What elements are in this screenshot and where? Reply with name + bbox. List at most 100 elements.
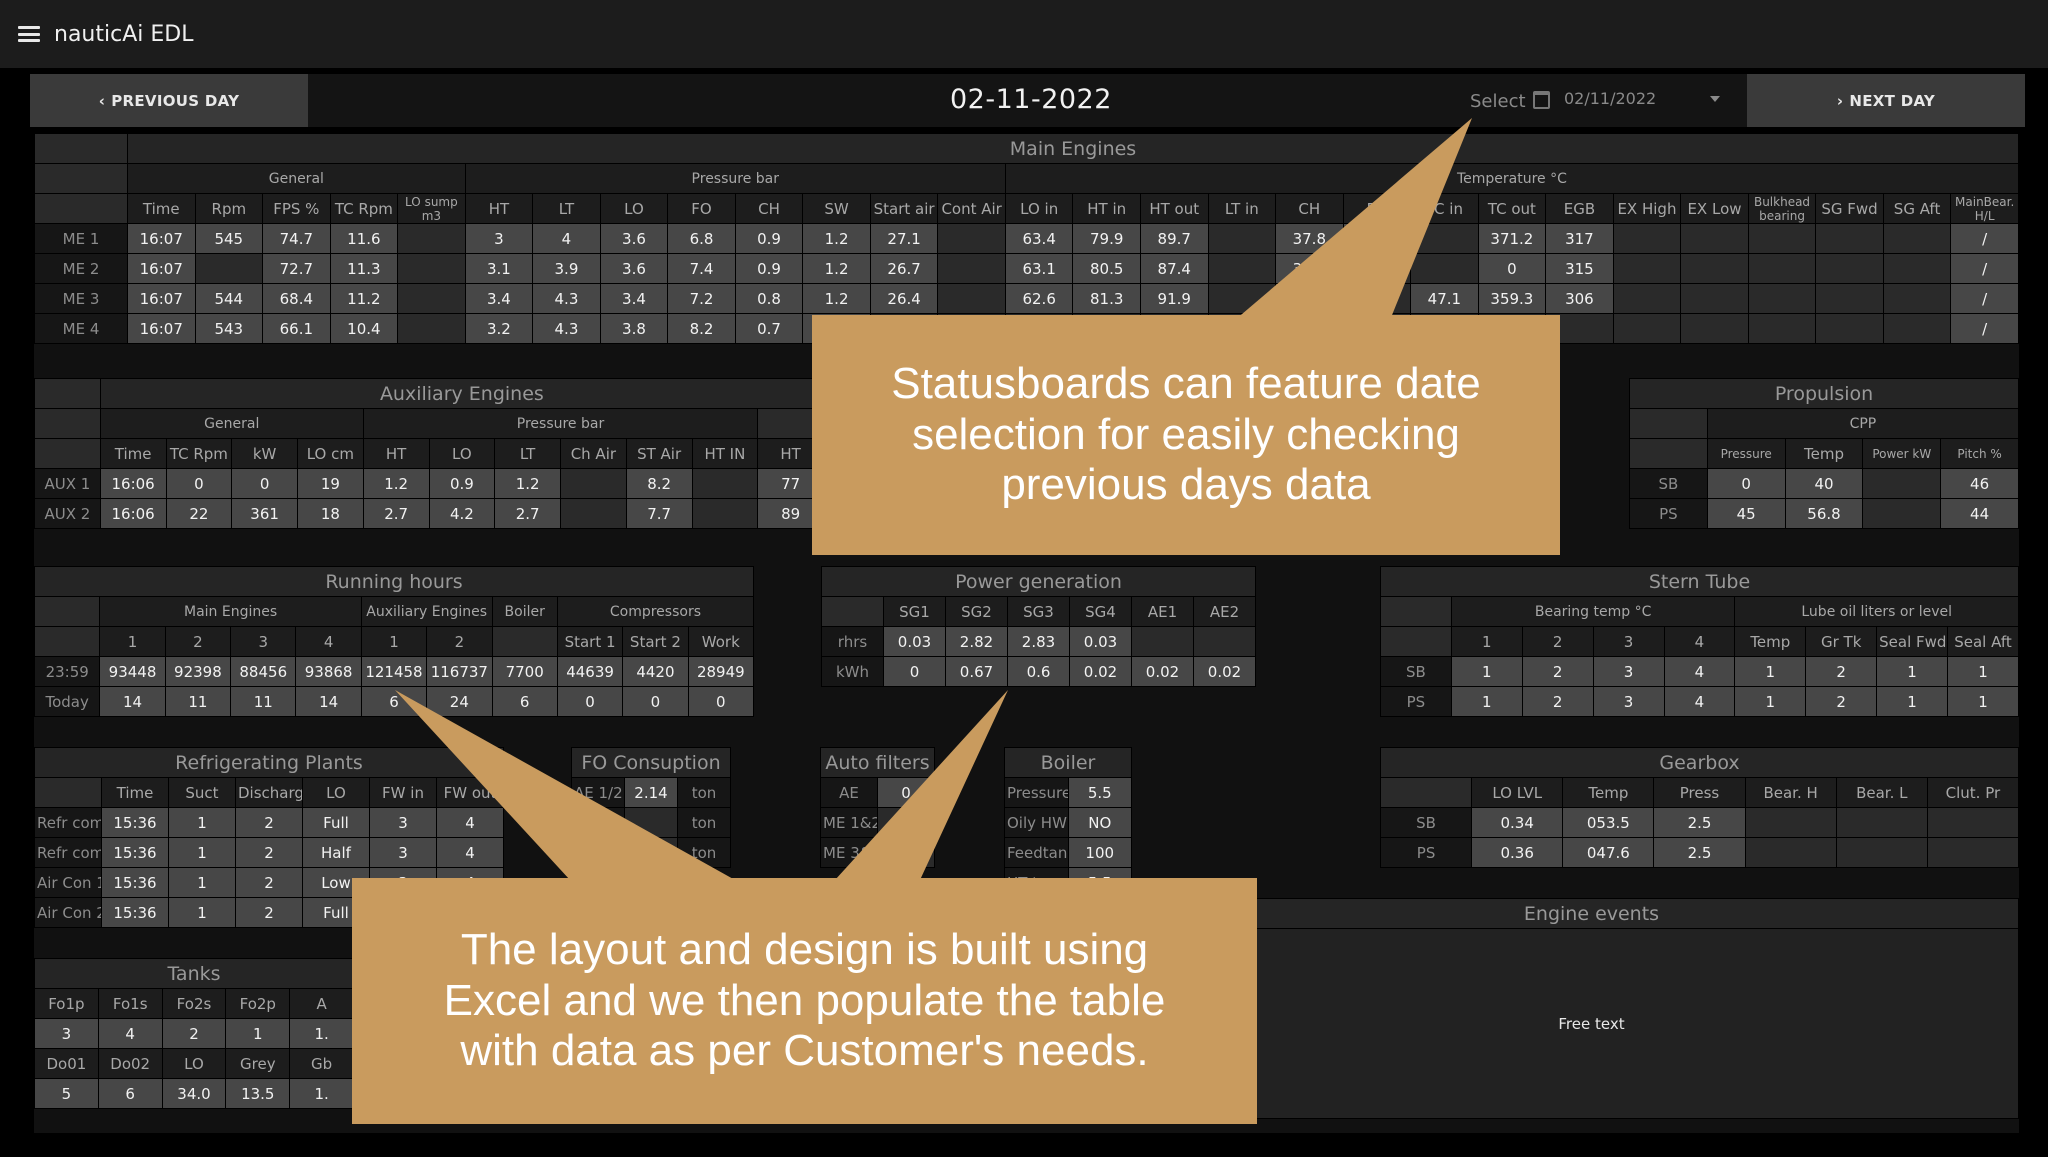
data-cell: 7.7 (625, 498, 693, 529)
data-cell: 1 (1947, 656, 2019, 687)
data-cell (1862, 498, 1942, 529)
blank-cell (34, 408, 101, 439)
data-cell: 26.4 (869, 283, 939, 314)
column-header: Gr Tk (1805, 626, 1878, 657)
data-cell: 1.2 (362, 468, 430, 499)
row-label: PS (1379, 837, 1473, 868)
row-label: PS (1629, 498, 1708, 529)
data-cell: 047.6 (1562, 837, 1655, 868)
data-cell: 1.2 (802, 253, 871, 284)
data-cell (1815, 253, 1884, 284)
stern-tube-table: Stern Tube Bearing temp °C Lube oil liters… (1380, 566, 2019, 717)
data-cell: 3.1 (464, 253, 534, 284)
data-cell: 89.7 (1139, 223, 1209, 254)
column-header: EX Low (1680, 193, 1749, 224)
data-cell: 15:36 (101, 807, 169, 838)
column-header: FPS % (262, 193, 331, 224)
section-title: FO Consuption (571, 747, 731, 778)
data-cell: 3.2 (464, 313, 534, 344)
row-label: Today (33, 686, 101, 717)
column-header: LO (161, 1048, 227, 1079)
data-cell: 053.5 (1562, 807, 1655, 838)
data-cell: 2.82 (945, 626, 1008, 657)
section-title: Auxiliary Engines (99, 378, 825, 409)
column-header: MainBear. H/L (1950, 193, 2019, 224)
calendar-icon[interactable] (1533, 91, 1550, 109)
blank-cell (34, 438, 101, 469)
column-header: LT (494, 438, 561, 469)
data-cell: 0 (1477, 253, 1547, 284)
data-cell: 91.9 (1139, 283, 1209, 314)
data-cell (1342, 283, 1412, 314)
section-title: Engine events (1164, 898, 2019, 929)
data-cell (937, 253, 1006, 284)
row-label: ME 1&2 (820, 807, 878, 838)
column-header: HT IN (691, 438, 759, 469)
data-cell: 3 (1592, 656, 1665, 687)
chevron-down-icon[interactable] (1710, 96, 1720, 102)
data-cell (1862, 468, 1942, 499)
row-label: 23:59 (33, 656, 101, 687)
unit-label: ton (677, 807, 731, 838)
data-cell: 16:07 (127, 313, 196, 344)
section-title: Boiler (1004, 747, 1132, 778)
data-cell: 4.2 (428, 498, 496, 529)
column-header: Time (101, 777, 169, 808)
blank-cell (34, 378, 101, 409)
data-cell: 2 (1805, 686, 1878, 717)
data-cell (1882, 223, 1952, 254)
data-cell: 0.9 (428, 468, 496, 499)
data-cell: 2 (161, 1018, 227, 1049)
data-cell (1835, 837, 1928, 868)
chevron-left-icon: ‹ (98, 91, 106, 110)
column-header: LT in (1207, 193, 1277, 224)
data-cell: 2.7 (494, 498, 561, 529)
data-cell: 13.5 (225, 1078, 291, 1109)
data-cell: 1 (1450, 686, 1523, 717)
column-header: Do02 (97, 1048, 163, 1079)
previous-day-label: PREVIOUS DAY (111, 91, 240, 110)
top-callout: Statusboards can feature date selection … (812, 315, 1560, 555)
data-cell: 3.9 (532, 253, 601, 284)
data-cell: 72.7 (262, 253, 331, 284)
data-cell: 44 (1940, 498, 2019, 529)
column-header: Power kW (1862, 438, 1942, 469)
app-root: nauticAi EDL ‹ PREVIOUS DAY 02-11-2022 S… (0, 0, 2048, 1157)
data-cell (397, 253, 466, 284)
data-cell: 16:07 (127, 283, 196, 314)
data-cell: 0.03 (883, 626, 946, 657)
data-cell: 6 (360, 686, 428, 717)
data-cell: 1.2 (802, 223, 871, 254)
data-cell: 63.1 (1004, 253, 1074, 284)
data-cell: 47.1 (1410, 283, 1479, 314)
aux-engines-table: Auxiliary Engines General Pressure bar Time… (34, 378, 825, 529)
column-header: HT out (1139, 193, 1209, 224)
data-cell: 93868 (295, 656, 362, 687)
data-cell: 14 (295, 686, 362, 717)
data-cell: 4 (436, 837, 504, 868)
free-text-cell: Free text (1164, 928, 2019, 1119)
data-cell: 4.3 (532, 313, 601, 344)
data-cell: 3 (464, 223, 534, 254)
previous-day-button[interactable]: ‹ PREVIOUS DAY (30, 74, 308, 127)
blank-cell (1380, 596, 1452, 627)
date-input[interactable]: 02/11/2022 (1564, 89, 1656, 108)
fo-consumption-table: FO Consuption AE 1/2 2.14 ton ME 1/2 ton ton (571, 747, 731, 868)
data-cell: 0.7 (734, 313, 804, 344)
data-cell (1680, 313, 1749, 344)
row-label: SB (1380, 656, 1452, 687)
group-header: Compressors (556, 596, 755, 627)
column-header: SG Aft (1882, 193, 1952, 224)
next-day-button[interactable]: › NEXT DAY (1747, 74, 2025, 127)
data-cell (1207, 253, 1277, 284)
data-cell: 0 (883, 656, 946, 687)
data-cell (1193, 626, 1256, 657)
column-header: HT (464, 193, 534, 224)
row-label: Air Con 1 (34, 867, 102, 898)
data-cell: 544 (194, 283, 264, 314)
data-cell: 8.2 (667, 313, 736, 344)
column-header: FW in (369, 777, 437, 808)
data-cell: 315 (1545, 253, 1614, 284)
column-header: Seal Aft (1947, 626, 2019, 657)
menu-icon[interactable] (18, 26, 40, 42)
